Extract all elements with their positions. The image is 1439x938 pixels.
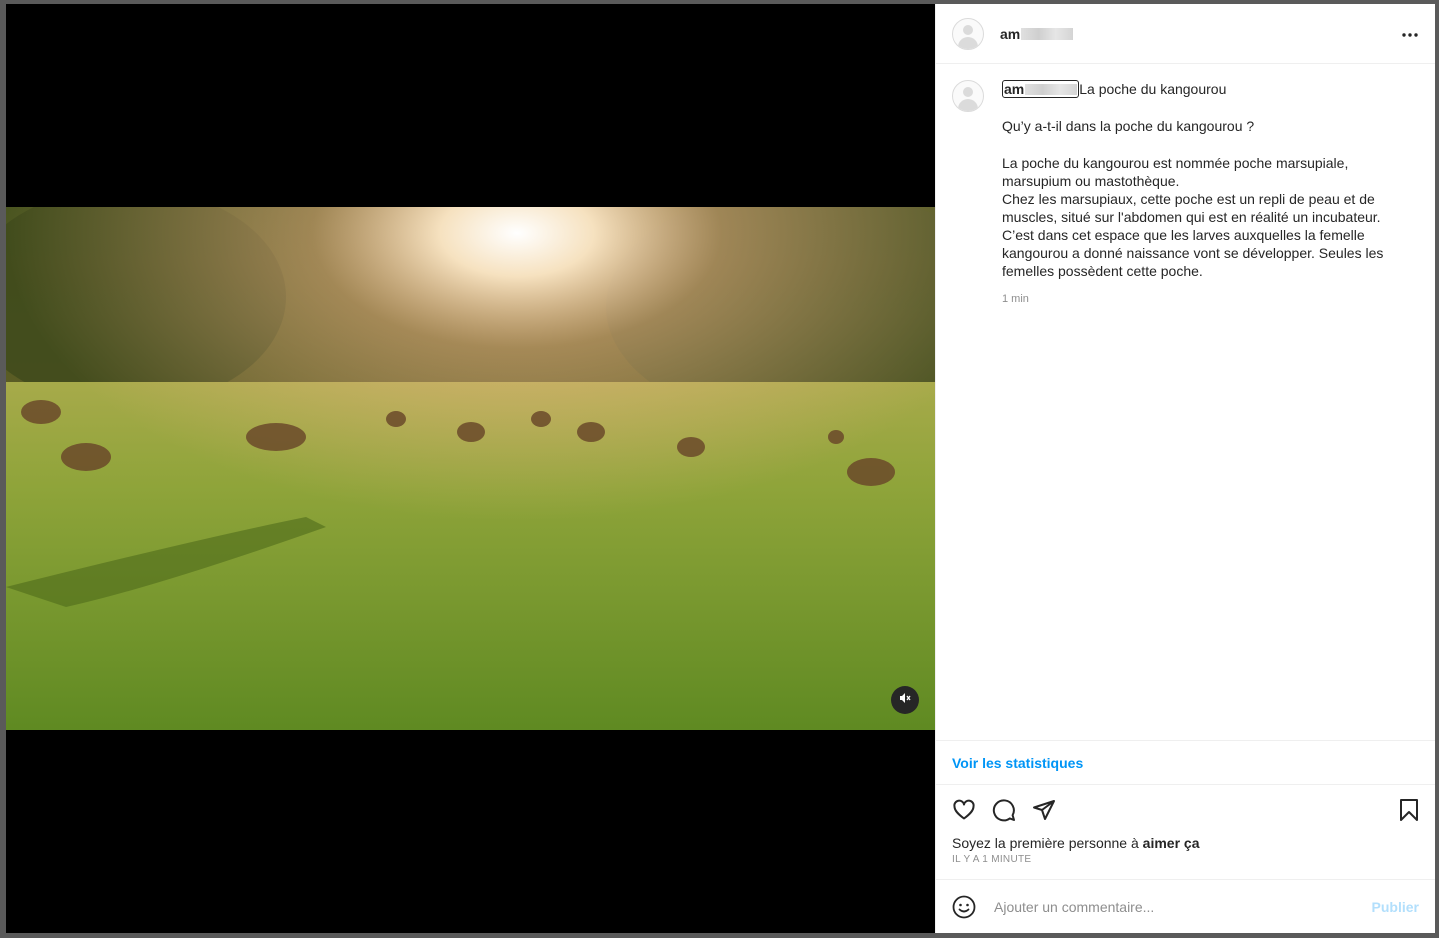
- paper-plane-icon: [1033, 800, 1055, 820]
- caption-username-redacted: [1025, 83, 1078, 95]
- comment-button[interactable]: [992, 798, 1016, 822]
- comments-area: am La poche du kangourou Qu’y a-t-il dan…: [936, 64, 1435, 740]
- action-icons: [952, 785, 1419, 835]
- publish-button[interactable]: Publier: [1372, 899, 1419, 915]
- smiley-icon: [952, 895, 976, 918]
- caption-text: La poche du kangourou est nommée poche m…: [1002, 155, 1384, 279]
- post-side-panel: am am La poche du kangourou Qu’y a-t-il …: [935, 4, 1435, 933]
- likes-text: Soyez la première personne à aimer ça: [952, 835, 1419, 851]
- caption-avatar[interactable]: [952, 80, 984, 112]
- caption-username-text[interactable]: am: [1004, 80, 1024, 98]
- comment-form: Publier: [936, 879, 1435, 933]
- post-timestamp[interactable]: IL Y A 1 MINUTE: [952, 854, 1419, 865]
- share-button[interactable]: [1032, 798, 1056, 822]
- comment-input[interactable]: [992, 897, 1372, 916]
- header-username[interactable]: am: [1000, 26, 1074, 42]
- avatar[interactable]: [952, 17, 984, 50]
- like-button[interactable]: [952, 798, 976, 822]
- caption-title: La poche du kangourou: [1079, 81, 1227, 97]
- caption-timestamp[interactable]: 1 min: [1002, 290, 1392, 308]
- likes-prefix: Soyez la première personne à: [952, 835, 1143, 851]
- username-text[interactable]: am: [1000, 26, 1020, 42]
- caption: am La poche du kangourou Qu’y a-t-il dan…: [952, 80, 1419, 308]
- kangaroo-scene-image: [6, 207, 935, 730]
- post-video[interactable]: [6, 207, 935, 730]
- emoji-button[interactable]: [952, 895, 976, 919]
- bookmark-icon: [1400, 799, 1418, 821]
- mute-button[interactable]: [891, 686, 919, 714]
- post-modal: am am La poche du kangourou Qu’y a-t-il …: [6, 4, 1435, 933]
- stats-bar: Voir les statistiques: [936, 740, 1435, 784]
- actions-section: Soyez la première personne à aimer ça IL…: [936, 784, 1435, 879]
- post-header: am: [936, 4, 1435, 64]
- comment-bubble-icon: [992, 799, 1015, 822]
- caption-username[interactable]: am: [1002, 80, 1080, 98]
- media-area: [6, 4, 935, 933]
- caption-question: Qu’y a-t-il dans la poche du kangourou ?: [1002, 118, 1255, 134]
- heart-icon: [953, 799, 975, 820]
- save-button[interactable]: [1399, 799, 1419, 821]
- view-stats-link[interactable]: Voir les statistiques: [952, 755, 1083, 771]
- like-this-link[interactable]: aimer ça: [1143, 835, 1200, 851]
- more-options-icon: [1401, 25, 1419, 42]
- username-redacted: [1021, 27, 1074, 40]
- more-options-button[interactable]: [1401, 25, 1419, 43]
- muted-speaker-icon: [899, 691, 911, 709]
- caption-body: am La poche du kangourou Qu’y a-t-il dan…: [1002, 80, 1392, 308]
